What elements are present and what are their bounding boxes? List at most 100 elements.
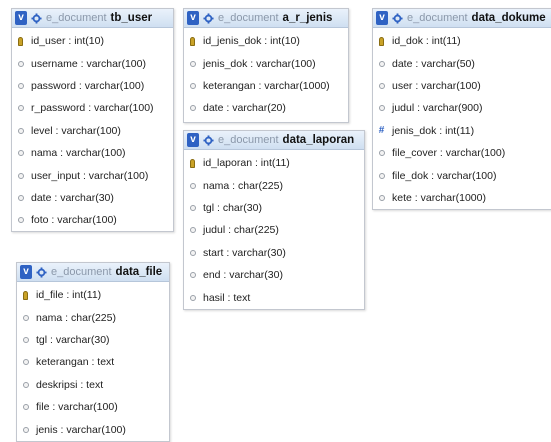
- primary-key-icon: [21, 290, 30, 301]
- table-name: data_dokume: [471, 12, 546, 24]
- field-row[interactable]: deskripsi : text: [17, 374, 169, 396]
- gear-icon: [202, 12, 214, 24]
- field-label: judul : char(225): [203, 224, 279, 237]
- field-row[interactable]: user_input : varchar(100): [12, 164, 173, 186]
- field-list: id_laporan : int(11) nama : char(225) tgl …: [184, 150, 364, 309]
- table-data-dokumen[interactable]: v e_document data_dokume id_dok : int(11…: [372, 8, 551, 210]
- field-row[interactable]: # jenis_dok : int(11): [373, 120, 551, 142]
- field-row[interactable]: password : varchar(100): [12, 75, 173, 97]
- field-label: file : varchar(100): [36, 401, 118, 414]
- column-icon: [16, 58, 25, 69]
- field-label: jenis_dok : int(11): [392, 124, 475, 137]
- field-row[interactable]: id_jenis_dok : int(10): [184, 30, 348, 52]
- toggle-icon[interactable]: v: [20, 265, 32, 279]
- field-row[interactable]: kete : varchar(1000): [373, 187, 551, 209]
- column-icon: [16, 215, 25, 226]
- field-row[interactable]: start : varchar(30): [184, 242, 364, 264]
- column-icon: [16, 125, 25, 136]
- field-label: date : varchar(50): [392, 57, 475, 70]
- field-label: foto : varchar(100): [31, 214, 117, 227]
- field-row[interactable]: keterangan : varchar(1000): [184, 75, 348, 97]
- table-name: tb_user: [110, 12, 153, 24]
- table-data-file[interactable]: v e_document data_file id_file : int(11)…: [16, 262, 170, 442]
- field-list: id_file : int(11) nama : char(225) tgl : v…: [17, 282, 169, 441]
- database-name: e_document: [407, 12, 468, 24]
- field-row[interactable]: user : varchar(100): [373, 75, 551, 97]
- field-row[interactable]: date : varchar(30): [12, 187, 173, 209]
- field-row[interactable]: jenis_dok : varchar(100): [184, 52, 348, 74]
- table-header[interactable]: v e_document data_file: [17, 263, 169, 282]
- table-name: data_file: [115, 266, 163, 278]
- field-label: tgl : varchar(30): [36, 333, 110, 346]
- column-icon: [377, 103, 386, 114]
- column-icon: [21, 424, 30, 435]
- field-label: keterangan : varchar(1000): [203, 79, 330, 92]
- field-row[interactable]: nama : varchar(100): [12, 142, 173, 164]
- database-name: e_document: [218, 134, 279, 146]
- table-tb-user[interactable]: v e_document tb_user id_user : int(10) us…: [11, 8, 174, 232]
- table-header[interactable]: v e_document data_dokume: [373, 9, 551, 28]
- field-row[interactable]: judul : varchar(900): [373, 97, 551, 119]
- field-row[interactable]: nama : char(225): [184, 174, 364, 196]
- gear-icon: [30, 12, 42, 24]
- field-label: kete : varchar(1000): [392, 191, 486, 204]
- table-header[interactable]: v e_document data_laporan: [184, 131, 364, 150]
- field-row[interactable]: tgl : char(30): [184, 197, 364, 219]
- table-header[interactable]: v e_document tb_user: [12, 9, 173, 28]
- field-label: level : varchar(100): [31, 124, 121, 137]
- field-label: date : varchar(20): [203, 102, 286, 115]
- field-row[interactable]: date : varchar(50): [373, 52, 551, 74]
- database-name: e_document: [218, 12, 279, 24]
- field-label: file_dok : varchar(100): [392, 169, 497, 182]
- field-row[interactable]: file_dok : varchar(100): [373, 164, 551, 186]
- toggle-icon[interactable]: v: [376, 11, 388, 25]
- column-icon: [188, 247, 197, 258]
- field-label: id_user : int(10): [31, 35, 104, 48]
- field-label: id_dok : int(11): [392, 35, 461, 48]
- field-row[interactable]: id_user : int(10): [12, 30, 173, 52]
- field-row[interactable]: level : varchar(100): [12, 120, 173, 142]
- field-row[interactable]: tgl : varchar(30): [17, 329, 169, 351]
- primary-key-icon: [377, 36, 386, 47]
- field-row[interactable]: id_file : int(11): [17, 284, 169, 306]
- column-icon: [16, 103, 25, 114]
- field-row[interactable]: jenis : varchar(100): [17, 418, 169, 440]
- field-row[interactable]: end : varchar(30): [184, 264, 364, 286]
- field-row[interactable]: id_dok : int(11): [373, 30, 551, 52]
- column-icon: [377, 58, 386, 69]
- table-header[interactable]: v e_document a_r_jenis: [184, 9, 348, 28]
- column-icon: [188, 270, 197, 281]
- toggle-icon[interactable]: v: [15, 11, 27, 25]
- field-row[interactable]: id_laporan : int(11): [184, 152, 364, 174]
- database-name: e_document: [46, 12, 107, 24]
- field-label: password : varchar(100): [31, 79, 145, 92]
- primary-key-icon: [16, 36, 25, 47]
- primary-key-icon: [188, 158, 197, 169]
- field-label: id_laporan : int(11): [203, 157, 290, 170]
- field-row[interactable]: r_password : varchar(100): [12, 97, 173, 119]
- gear-icon: [391, 12, 403, 24]
- field-label: user_input : varchar(100): [31, 169, 149, 182]
- field-row[interactable]: hasil : text: [184, 286, 364, 308]
- field-list: id_dok : int(11) date : varchar(50) user :…: [373, 28, 551, 209]
- table-data-laporan[interactable]: v e_document data_laporan id_laporan : i…: [183, 130, 365, 310]
- field-row[interactable]: date : varchar(20): [184, 97, 348, 119]
- field-label: start : varchar(30): [203, 246, 286, 259]
- field-label: date : varchar(30): [31, 191, 114, 204]
- toggle-icon[interactable]: v: [187, 11, 199, 25]
- field-row[interactable]: foto : varchar(100): [12, 209, 173, 231]
- field-row[interactable]: username : varchar(100): [12, 52, 173, 74]
- toggle-icon[interactable]: v: [187, 133, 199, 147]
- field-label: jenis_dok : varchar(100): [203, 57, 316, 70]
- column-icon: [188, 292, 197, 303]
- field-label: username : varchar(100): [31, 57, 146, 70]
- field-row[interactable]: judul : char(225): [184, 219, 364, 241]
- table-a-r-jenis[interactable]: v e_document a_r_jenis id_jenis_dok : in…: [183, 8, 349, 123]
- numeric-column-icon: #: [378, 124, 385, 136]
- field-row[interactable]: keterangan : text: [17, 351, 169, 373]
- field-row[interactable]: file : varchar(100): [17, 396, 169, 418]
- field-label: judul : varchar(900): [392, 102, 483, 115]
- database-name: e_document: [51, 266, 112, 278]
- field-row[interactable]: file_cover : varchar(100): [373, 142, 551, 164]
- field-row[interactable]: nama : char(225): [17, 306, 169, 328]
